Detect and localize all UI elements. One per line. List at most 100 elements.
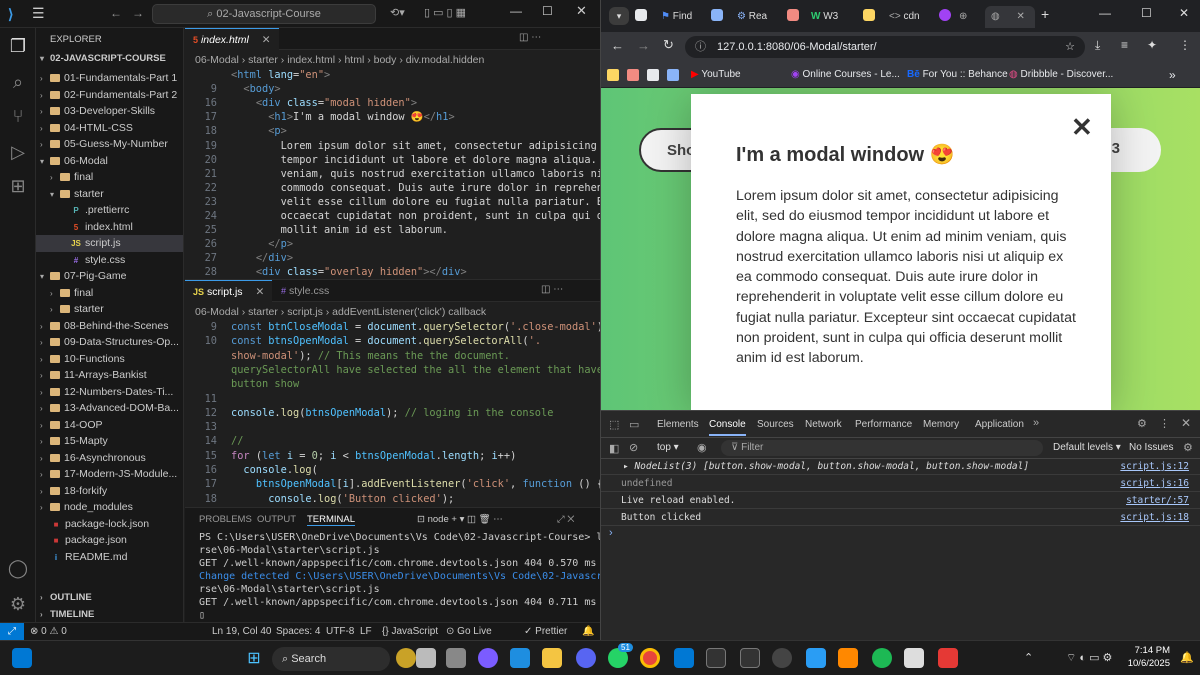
file-explorer-icon[interactable]: [542, 648, 562, 668]
reading-list-icon[interactable]: ≡: [1121, 38, 1128, 52]
menu-icon[interactable]: ☰: [32, 5, 45, 22]
tree-item[interactable]: › 08-Behind-the-Scenes: [36, 318, 183, 335]
devtools-tab[interactable]: Sources: [757, 419, 794, 430]
bookmark-online-courses[interactable]: ◉ Online Courses - Le...: [791, 67, 900, 83]
editor-index-html[interactable]: 5 index.html ✕ ◫ ⋯ 06-Modal › starter › …: [185, 28, 600, 278]
devtools-tab[interactable]: Console: [709, 419, 746, 436]
bookmark-youtube[interactable]: ▶ YouTube: [691, 67, 741, 83]
search-icon[interactable]: ⌕: [6, 70, 30, 94]
tab-terminal[interactable]: TERMINAL: [307, 514, 356, 526]
line-ending[interactable]: LF: [360, 623, 372, 640]
root-folder[interactable]: ▾ 02-JAVASCRIPT-COURSE: [40, 53, 166, 64]
tree-item[interactable]: › 04-HTML-CSS: [36, 120, 183, 137]
bookmark-folder-icon[interactable]: [607, 69, 619, 81]
forward-arrow-icon[interactable]: →: [132, 6, 144, 20]
run-debug-icon[interactable]: ▷: [6, 140, 30, 164]
office-icon[interactable]: [938, 648, 958, 668]
chrome-tab[interactable]: [863, 6, 891, 28]
console-prompt-icon[interactable]: ›: [609, 527, 613, 539]
tree-item[interactable]: ▾ 07-Pig-Game: [36, 268, 183, 285]
notifications-icon[interactable]: 🔔: [582, 623, 594, 640]
chrome-tab[interactable]: [711, 6, 739, 28]
breadcrumb-item[interactable]: div.modal.hidden: [406, 54, 485, 66]
tab-search-icon[interactable]: ▾: [609, 7, 629, 25]
discord-icon[interactable]: [576, 648, 596, 668]
more-bookmarks-icon[interactable]: »: [1169, 67, 1176, 83]
site-info-icon[interactable]: ⓘ: [695, 36, 706, 58]
settings-gear-icon[interactable]: ⚙: [6, 592, 30, 616]
bookmark-folder-icon[interactable]: [627, 69, 639, 81]
terminal-icon[interactable]: [706, 648, 726, 668]
breadcrumb-item[interactable]: script.js: [287, 306, 323, 318]
close-devtools-icon[interactable]: ✕: [1181, 416, 1191, 430]
console-settings-icon[interactable]: ⚙: [1183, 441, 1193, 454]
chrome-icon[interactable]: [640, 648, 660, 668]
app-icon[interactable]: [416, 648, 436, 668]
panel-controls[interactable]: ⤢ ✕: [557, 514, 574, 525]
tab-problems[interactable]: PROBLEMS: [199, 514, 252, 525]
maximize-icon[interactable]: ☐: [542, 4, 553, 18]
timeline-section[interactable]: › TIMELINE: [40, 609, 94, 620]
bookmark-dribbble[interactable]: ◍ Dribbble - Discover...: [1009, 67, 1113, 83]
tree-item[interactable]: › 13-Advanced-DOM-Ba...: [36, 400, 183, 417]
vlc-icon[interactable]: [838, 648, 858, 668]
tree-item[interactable]: ■ package.json: [36, 532, 183, 549]
console-filter-input[interactable]: ⊽ Filter: [721, 440, 1043, 456]
breadcrumb[interactable]: 06-Modal › starter › script.js › addEven…: [195, 304, 486, 320]
prettier-status[interactable]: ✓ Prettier: [524, 623, 567, 640]
settings-gear-icon[interactable]: ⚙: [1137, 417, 1147, 430]
tab-style-css[interactable]: # style.css: [273, 280, 337, 302]
news-widget-icon[interactable]: [396, 648, 416, 668]
context-select[interactable]: top ▾: [657, 442, 679, 453]
devtools-tab[interactable]: Network: [805, 419, 842, 430]
command-center-search[interactable]: ⌕ 02-Javascript-Course: [152, 4, 376, 24]
language-mode[interactable]: {} JavaScript: [382, 623, 438, 640]
chrome-tab[interactable]: ⚑ Find: [661, 6, 705, 28]
back-arrow-icon[interactable]: ←: [611, 38, 624, 53]
indentation[interactable]: Spaces: 4: [276, 623, 320, 640]
copilot-icon[interactable]: ⟲▾: [390, 6, 405, 19]
meet-icon[interactable]: [478, 648, 498, 668]
breadcrumb-item[interactable]: 06-Modal: [195, 54, 239, 66]
notification-bell-icon[interactable]: 🔔: [1180, 651, 1194, 664]
problems-count[interactable]: ⊗ 0 ⚠ 0: [30, 623, 67, 640]
tree-item[interactable]: › 14-OOP: [36, 417, 183, 434]
start-icon[interactable]: ⊞: [244, 648, 264, 668]
clock-date[interactable]: 10/6/2025: [1126, 658, 1170, 669]
sidebar-toggle-icon[interactable]: ◧: [609, 442, 619, 455]
more-options-icon[interactable]: ⋮: [1159, 417, 1170, 430]
bookmark-star-icon[interactable]: ☆: [1065, 36, 1075, 58]
tab-close-icon[interactable]: ✕: [255, 286, 264, 298]
eye-icon[interactable]: ◉: [697, 441, 707, 454]
forward-arrow-icon[interactable]: →: [637, 38, 650, 53]
tree-item[interactable]: › 11-Arrays-Bankist: [36, 367, 183, 384]
tree-item[interactable]: › 01-Fundamentals-Part 1: [36, 70, 183, 87]
source-control-icon[interactable]: ⑂: [6, 104, 30, 128]
tree-item[interactable]: ▾ 06-Modal: [36, 153, 183, 170]
tree-item[interactable]: › 17-Modern-JS-Module...: [36, 466, 183, 483]
breadcrumb-item[interactable]: html: [344, 54, 364, 66]
tree-item[interactable]: › node_modules: [36, 499, 183, 516]
cursor-position[interactable]: Ln 19, Col 40: [212, 623, 272, 640]
tab-index-html[interactable]: 5 index.html ✕: [185, 28, 279, 50]
more-tabs-icon[interactable]: »: [1033, 417, 1039, 429]
encoding[interactable]: UTF-8: [326, 623, 354, 640]
minimize-icon[interactable]: —: [1099, 6, 1111, 20]
editor-script-js[interactable]: JS script.js ✕ # style.css ◫ ⋯ 06-Modal …: [185, 279, 600, 507]
tree-item[interactable]: JS script.js: [36, 235, 183, 252]
download-icon[interactable]: ⤓: [1095, 38, 1100, 53]
chrome-tab[interactable]: [635, 6, 663, 28]
layout-icon[interactable]: ▯ ▭ ▯ ▦: [424, 6, 466, 19]
tree-item[interactable]: › 03-Developer-Skills: [36, 103, 183, 120]
chrome-tab[interactable]: <> cdn: [889, 6, 933, 28]
tab-script-js[interactable]: JS script.js ✕: [185, 280, 273, 302]
extensions-icon[interactable]: ⊞: [6, 174, 30, 198]
console-source-link[interactable]: script.js:12: [1120, 459, 1189, 475]
breadcrumb-item[interactable]: starter: [248, 54, 278, 66]
tree-item[interactable]: › 05-Guess-My-Number: [36, 136, 183, 153]
widgets-icon[interactable]: [12, 648, 32, 668]
tree-item[interactable]: P .prettierrc: [36, 202, 183, 219]
task-view-icon[interactable]: [446, 648, 466, 668]
store-icon[interactable]: [510, 648, 530, 668]
devtools-tab[interactable]: Application: [975, 419, 1024, 430]
